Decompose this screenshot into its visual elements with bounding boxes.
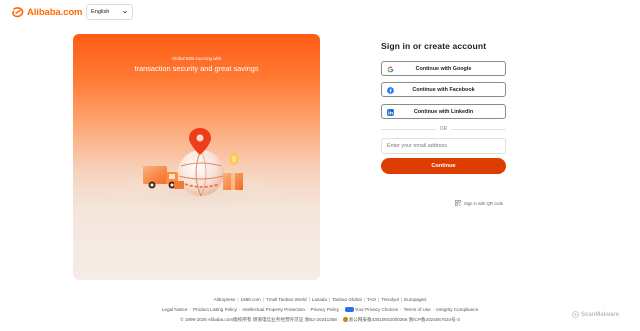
google-button-label: Continue with Google: [415, 65, 472, 72]
facebook-button-label: Continue with Facebook: [412, 86, 475, 93]
signin-with-qr-link[interactable]: Sign in with QR code: [455, 200, 503, 206]
footer-link-europages[interactable]: Europages: [404, 297, 426, 302]
footer-link-privacy-choices[interactable]: Your Privacy Choices: [355, 307, 399, 312]
email-input[interactable]: [381, 138, 506, 154]
continue-with-google-button[interactable]: Continue with Google: [381, 61, 506, 76]
footer-link-aliexpress[interactable]: AliExpress: [214, 297, 236, 302]
copyright-text: © 1999-2026 Alibaba.com版权所有 增值电信业务经营许可证 …: [180, 317, 337, 323]
footer-copyright: © 1999-2026 Alibaba.com版权所有 增值电信业务经营许可证 …: [0, 317, 640, 323]
footer-link-ip-protection[interactable]: Intellectual Property Protection: [242, 307, 305, 312]
footer-link-integrity-compliance[interactable]: Integrity Compliance: [436, 307, 478, 312]
linkedin-button-label: Continue with LinkedIn: [413, 108, 474, 115]
linkedin-icon: [387, 108, 394, 116]
language-value: English: [91, 9, 110, 15]
footer-link-taobao-global[interactable]: Taobao Global: [332, 297, 362, 302]
footer-link-1688[interactable]: 1688.com: [241, 297, 261, 302]
signin-title: Sign in or create account: [381, 41, 487, 51]
privacy-choices-icon: [344, 307, 354, 312]
language-select[interactable]: English: [86, 4, 133, 20]
qr-link-label: Sign in with QR code: [464, 200, 504, 206]
footer-link-beian[interactable]: 浙公网安备33010002000366 浙ICP备2024067534号-3: [349, 317, 460, 322]
footer-link-privacy-policy[interactable]: Privacy Policy: [311, 307, 340, 312]
divider-line-right: [451, 128, 506, 130]
promo-subtitle: Global B2B sourcing with: [171, 56, 222, 61]
promo-banner: Global B2B sourcing with transaction sec…: [73, 34, 320, 280]
police-badge-icon: [343, 317, 348, 322]
divider-line-left: [381, 128, 436, 130]
footer-legal-links: Legal Notice - Product Listing Policy - Inte…: [161, 307, 479, 313]
scanmalware-watermark: ScanMalware: [572, 311, 619, 318]
facebook-icon: [387, 86, 394, 94]
continue-with-facebook-button[interactable]: Continue with Facebook: [381, 82, 506, 97]
or-label: OR: [439, 126, 448, 132]
continue-button-label: Continue: [431, 163, 456, 169]
qr-code-icon: [455, 200, 461, 206]
alibaba-logo-icon: [12, 6, 24, 17]
promo-headline: transaction security and great savings: [134, 64, 259, 73]
scanmalware-logo-icon: [572, 311, 579, 318]
continue-button[interactable]: Continue: [381, 158, 506, 174]
or-divider: OR: [381, 126, 506, 132]
alibaba-logo[interactable]: Alibaba.com: [12, 6, 82, 18]
footer-link-lazada[interactable]: Lazada: [312, 297, 327, 302]
footer-link-tmall-taobao-world[interactable]: Tmall Taobao World: [266, 297, 307, 302]
footer-link-trendyol[interactable]: Trendyol: [381, 297, 399, 302]
footer-brand-links: AliExpress | 1688.com | Tmall Taobao World | L…: [213, 297, 427, 302]
chevron-down-icon: [122, 10, 128, 14]
footer-link-tao[interactable]: TAO: [367, 297, 376, 302]
footer-link-product-listing-policy[interactable]: Product Listing Policy: [193, 307, 237, 312]
google-icon: [387, 66, 394, 72]
footer-link-legal-notice[interactable]: Legal Notice: [162, 307, 188, 312]
continue-with-linkedin-button[interactable]: Continue with LinkedIn: [381, 104, 506, 119]
brand-name: Alibaba.com: [27, 6, 83, 18]
footer-link-terms-of-use[interactable]: Terms of Use: [404, 307, 431, 312]
watermark-text: ScanMalware: [581, 311, 620, 318]
